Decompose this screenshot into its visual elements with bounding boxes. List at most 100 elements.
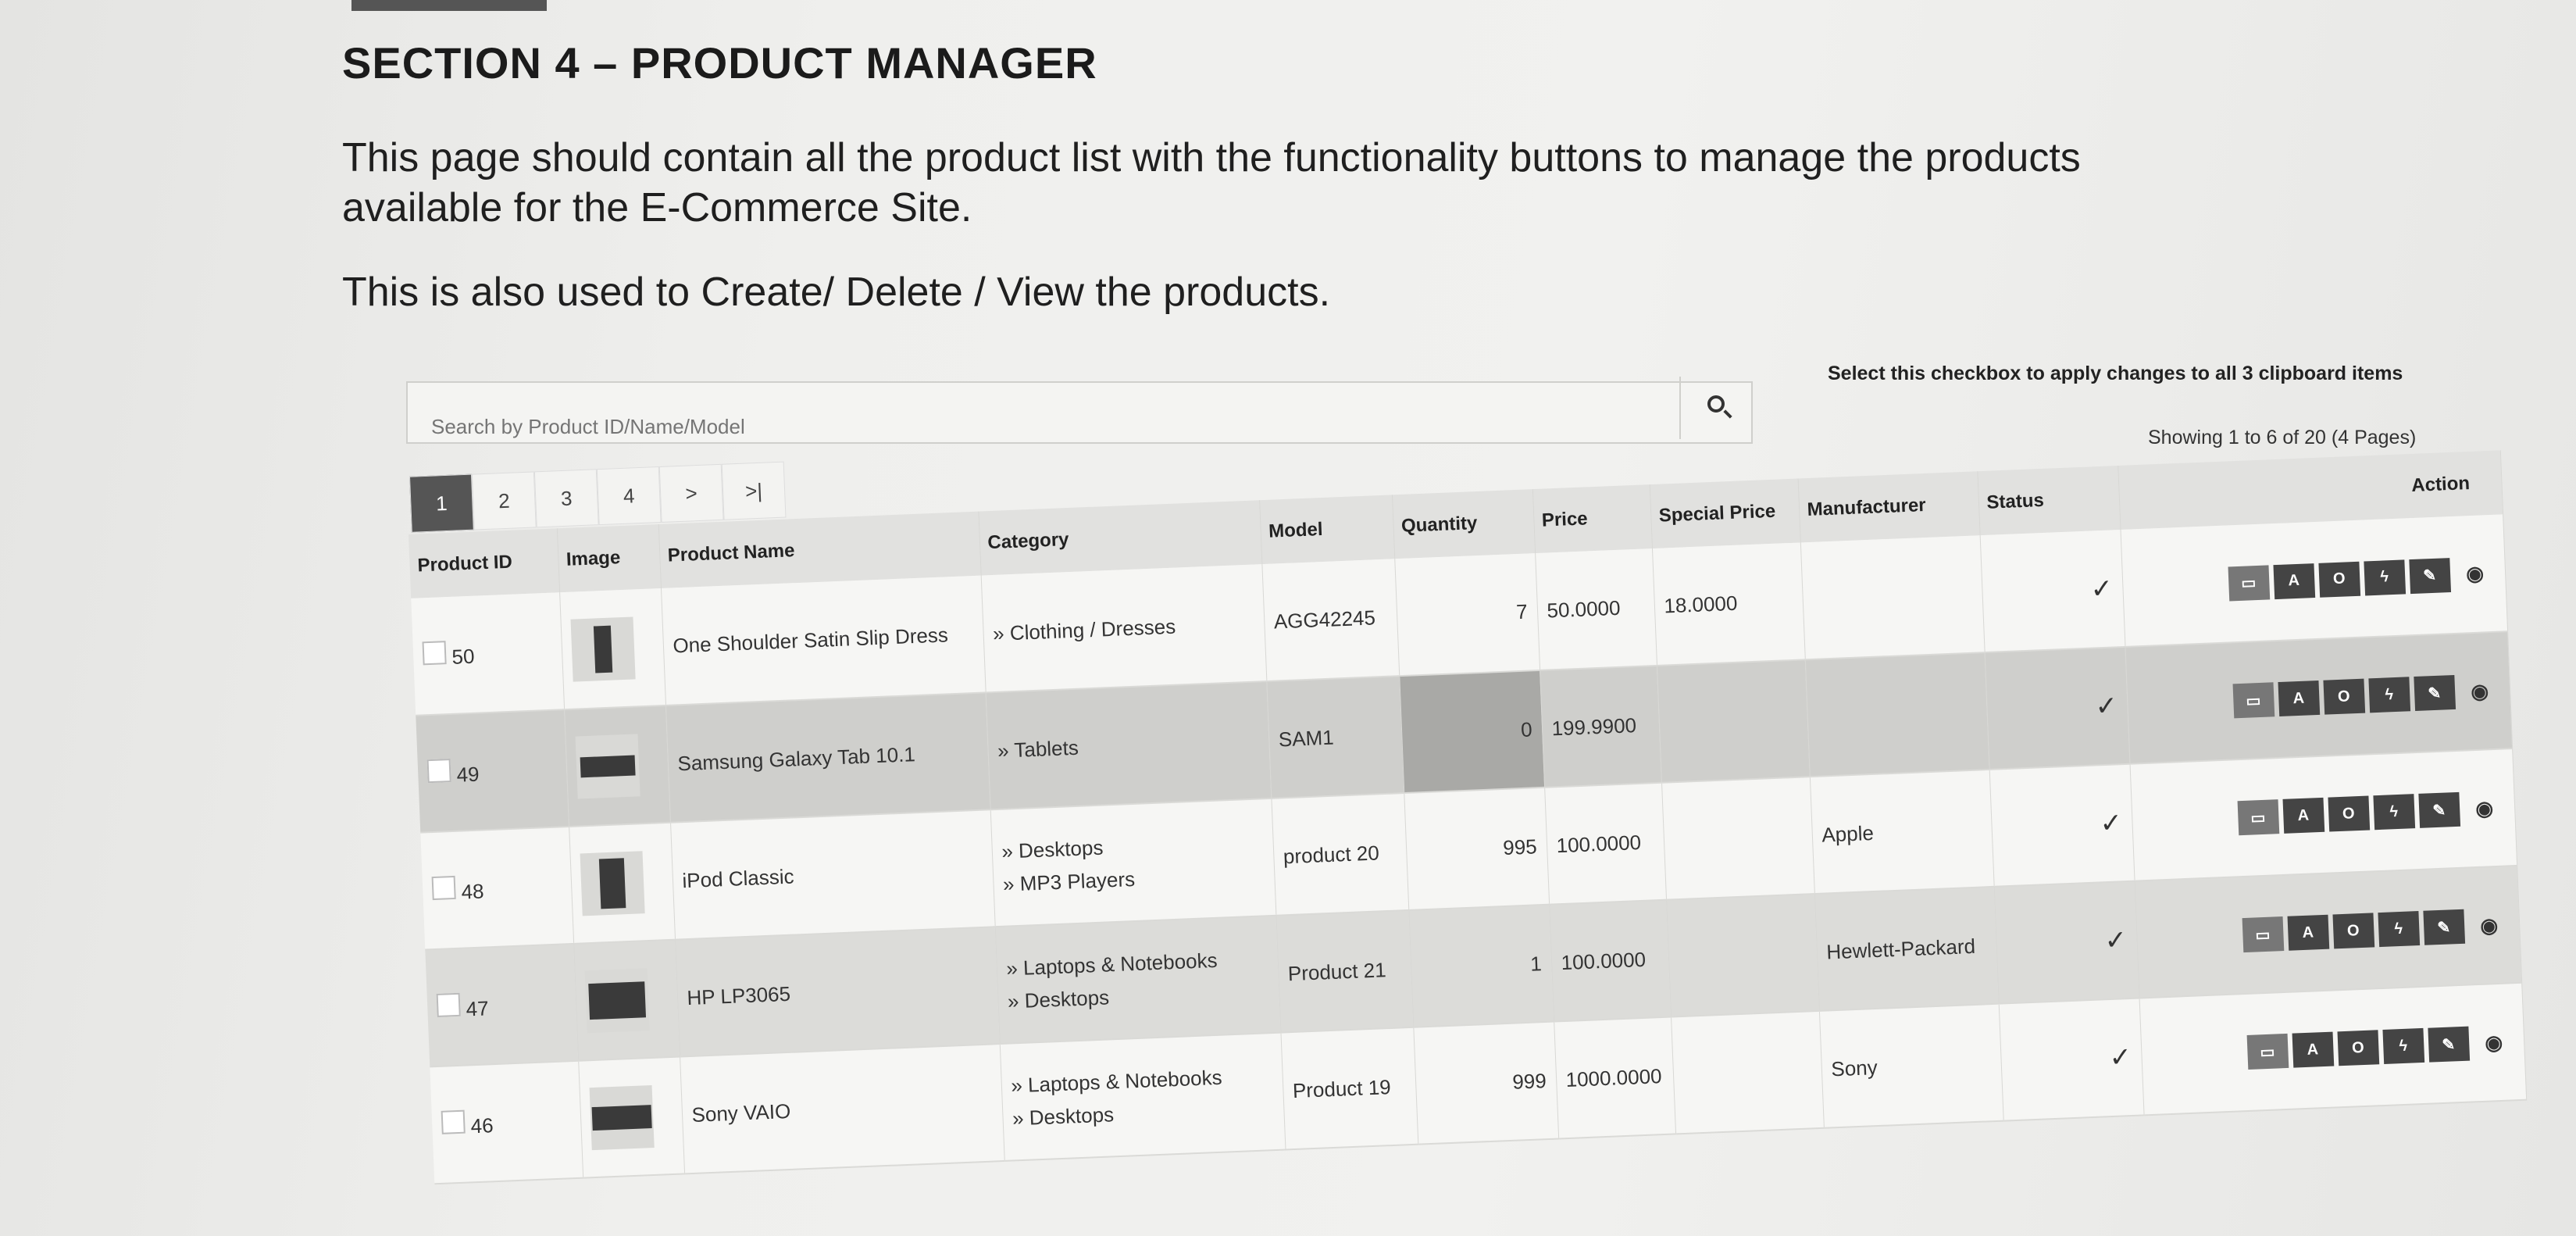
product-id-cell: 46 [430,1060,583,1184]
edit-button[interactable]: ✎ [2427,1026,2470,1063]
special-price [1666,894,1819,1017]
special-price [1671,1010,1824,1134]
a-button[interactable]: A [2277,680,2320,717]
col-image: Image [556,524,662,593]
edit-button[interactable]: ✎ [2408,557,2451,594]
col-manufacturer[interactable]: Manufacturer [1797,471,1980,543]
product-thumbnail [589,1085,655,1151]
bolt-button[interactable]: ϟ [2382,1027,2424,1065]
product-thumbnail [584,968,650,1034]
product-table: Product ID Image Product Name Category M… [408,450,2527,1184]
row-checkbox[interactable] [426,758,451,783]
col-special-price[interactable]: Special Price [1649,478,1800,549]
product-table-wrapper: 1 2 3 4 > >| Product ID Image Product Na… [406,392,2527,1195]
image-cell [559,588,666,710]
edit-button[interactable]: ✎ [2422,909,2465,945]
row-checkbox[interactable] [441,1109,466,1134]
bolt-button[interactable]: ϟ [2372,794,2415,831]
view-button[interactable]: ◉ [2468,907,2510,943]
quantity: 1 [1408,904,1554,1027]
product-id: 50 [451,644,476,669]
product-name: HP LP3065 [675,927,1000,1057]
clipboard-note: Select this checkbox to apply changes to… [1828,363,2403,384]
category-cell: » Desktops» MP3 Players [990,798,1276,927]
page-4-link[interactable]: 4 [596,466,662,526]
col-quantity[interactable]: Quantity [1391,489,1536,559]
thumbnail-button[interactable]: ▭ [2237,799,2279,836]
o-button[interactable]: O [2322,678,2365,715]
image-cell [569,822,676,944]
page-3-link[interactable]: 3 [533,469,599,528]
product-name: iPod Classic [670,809,995,940]
bolt-button[interactable]: ϟ [2367,677,2410,713]
thumbnail-button[interactable]: ▭ [2242,916,2284,953]
col-model[interactable]: Model [1259,495,1395,565]
status-check-icon: ✓ [1998,998,2144,1121]
product-id: 47 [466,995,490,1020]
bolt-button[interactable]: ϟ [2377,911,2420,948]
image-cell [573,939,680,1061]
row-checkbox[interactable] [431,875,456,900]
action-cell: ▭ A O ϟ ✎ ◉ [2125,631,2513,764]
edit-button[interactable]: ✎ [2417,791,2460,828]
image-cell [578,1056,685,1178]
price: 1000.0000 [1554,1016,1676,1139]
price: 100.0000 [1544,782,1667,905]
a-button[interactable]: A [2292,1031,2334,1068]
manufacturer: Apple [1809,769,1994,895]
product-thumbnail [575,734,640,799]
search-input[interactable] [430,414,1136,440]
category-item: » Tablets [997,735,1079,763]
product-id: 48 [461,878,485,904]
last-page-link[interactable]: >| [721,461,787,520]
category-cell: » Clothing / Dresses [980,564,1267,693]
product-id-cell: 47 [425,943,579,1067]
thumbnail-button[interactable]: ▭ [2227,564,2270,601]
o-button[interactable]: O [2336,1030,2379,1066]
description-paragraph: This page should contain all the product… [342,135,2081,230]
o-button[interactable]: O [2332,913,2374,949]
manufacturer: Hewlett-Packard [1814,886,1999,1011]
col-price[interactable]: Price [1532,484,1652,554]
view-button[interactable]: ◉ [2464,791,2506,827]
quantity: 0 [1399,670,1545,794]
thumbnail-button[interactable]: ▭ [2232,682,2275,719]
quantity: 999 [1413,1021,1559,1145]
product-id: 49 [455,762,480,787]
manufacturer [1800,535,1985,660]
bolt-button[interactable]: ϟ [2363,559,2406,595]
price: 199.9900 [1540,665,1662,788]
edit-button[interactable]: ✎ [2413,674,2456,712]
a-button[interactable]: A [2282,797,2324,834]
section-heading: SECTION 4 – PRODUCT MANAGER [342,38,1097,88]
page-2-link[interactable]: 2 [471,471,537,530]
status-check-icon: ✓ [1989,763,2135,887]
status-check-icon: ✓ [1979,529,2125,653]
col-category[interactable]: Category [978,500,1262,576]
view-button[interactable]: ◉ [2454,555,2496,591]
row-checkbox[interactable] [436,992,461,1017]
special-price [1661,777,1814,900]
usage-paragraph: This is also used to Create/ Delete / Vi… [342,270,1331,315]
col-product-id[interactable]: Product ID [408,528,560,598]
a-button[interactable]: A [2287,914,2329,951]
category-cell: » Tablets [985,681,1272,810]
thumbnail-button[interactable]: ▭ [2246,1033,2289,1070]
status-check-icon: ✓ [1993,881,2139,1004]
o-button[interactable]: O [2327,795,2370,832]
page-1-link[interactable]: 1 [409,473,474,533]
product-id: 46 [470,1113,494,1138]
next-page-link[interactable]: > [658,463,724,523]
product-id-cell: 48 [420,827,574,950]
product-name: One Shoulder Satin Slip Dress [661,575,986,706]
category-item: » Clothing / Dresses [992,614,1176,645]
view-button[interactable]: ◉ [2473,1024,2515,1060]
manufacturer [1804,652,1989,777]
row-checkbox[interactable] [422,641,447,666]
special-price: 18.0000 [1651,542,1805,666]
view-button[interactable]: ◉ [2459,673,2501,709]
o-button[interactable]: O [2317,561,2360,598]
col-status[interactable]: Status [1977,466,2121,536]
a-button[interactable]: A [2272,563,2315,599]
model: Product 21 [1276,909,1414,1033]
